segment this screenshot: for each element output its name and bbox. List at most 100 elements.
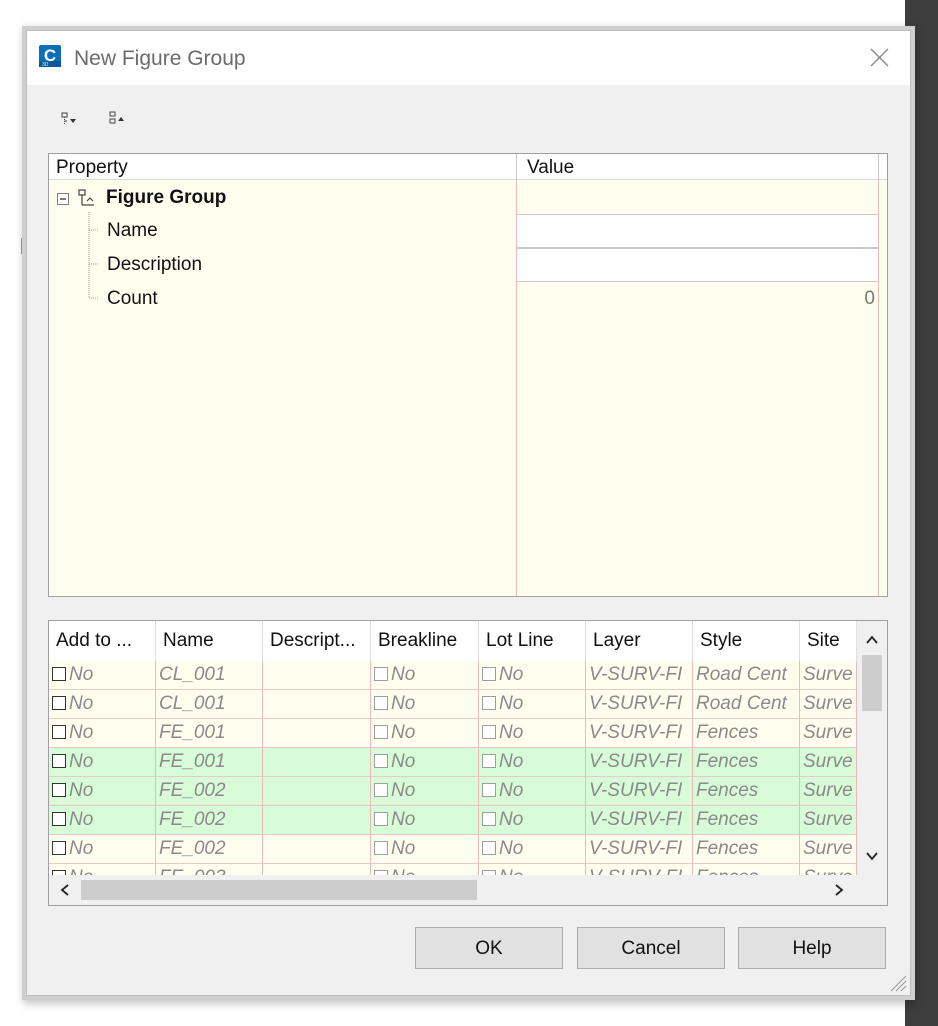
expand-tree-button[interactable] [59,109,81,131]
cell-style[interactable]: Road Cent [693,690,800,719]
cell-site[interactable]: Surve [800,835,857,864]
cell-name[interactable]: FE_001 [156,748,263,777]
cell-layer[interactable]: V-SURV-FI [586,777,693,806]
column-header-description[interactable]: Descript... [263,621,371,661]
table-row[interactable]: No CL_001 No No V-SURV-FI Road Cent Surve [49,690,857,719]
resize-grip-icon[interactable] [887,972,907,992]
cell-add-to[interactable]: No [49,690,156,719]
cell-name[interactable]: FE_002 [156,777,263,806]
cancel-button[interactable]: Cancel [577,927,725,969]
checkbox[interactable] [52,725,66,739]
cell-add-to[interactable]: No [49,661,156,690]
cell-style[interactable]: Fences [693,806,800,835]
cell-breakline[interactable]: No [371,661,479,690]
checkbox[interactable] [482,812,496,826]
cell-lot-line[interactable]: No [479,719,586,748]
cell-breakline[interactable]: No [371,690,479,719]
table-row[interactable]: No FE_001 No No V-SURV-FI Fences Surve [49,719,857,748]
cell-layer[interactable]: V-SURV-FI [586,719,693,748]
vertical-scrollbar[interactable] [857,621,887,875]
cell-breakline[interactable]: No [371,835,479,864]
cell-lot-line[interactable]: No [479,835,586,864]
cell-description[interactable] [263,806,371,835]
column-header-add-to[interactable]: Add to ... [49,621,156,661]
checkbox[interactable] [52,812,66,826]
cell-name[interactable]: FE_001 [156,719,263,748]
cell-site[interactable]: Surve [800,719,857,748]
checkbox[interactable] [52,754,66,768]
checkbox[interactable] [482,754,496,768]
cell-style[interactable]: Fences [693,835,800,864]
ok-button[interactable]: OK [415,927,563,969]
checkbox[interactable] [52,841,66,855]
column-header-name[interactable]: Name [156,621,263,661]
checkbox[interactable] [482,667,496,681]
cell-add-to[interactable]: No [49,748,156,777]
table-row[interactable]: No FE_002 No No V-SURV-FI Fences Surve [49,777,857,806]
cell-add-to[interactable]: No [49,835,156,864]
checkbox[interactable] [482,725,496,739]
help-button[interactable]: Help [738,927,886,969]
checkbox[interactable] [374,841,388,855]
cell-description[interactable] [263,748,371,777]
cell-description[interactable] [263,690,371,719]
column-header-site[interactable]: Site [800,621,857,661]
cell-description[interactable] [263,719,371,748]
cell-lot-line[interactable]: No [479,661,586,690]
checkbox[interactable] [374,667,388,681]
table-row[interactable]: No FE_002 No No V-SURV-FI Fences Surve [49,835,857,864]
cell-lot-line[interactable]: No [479,690,586,719]
cell-layer[interactable]: V-SURV-FI [586,661,693,690]
cell-site[interactable]: Surve [800,806,857,835]
checkbox[interactable] [52,783,66,797]
checkbox[interactable] [482,696,496,710]
checkbox[interactable] [374,725,388,739]
vertical-scroll-thumb[interactable] [862,655,882,711]
collapse-toggle[interactable] [57,192,69,205]
cell-layer[interactable]: V-SURV-FI [586,806,693,835]
cell-site[interactable]: Surve [800,748,857,777]
close-button[interactable] [861,41,897,75]
cell-name[interactable]: FE_002 [156,806,263,835]
cell-breakline[interactable]: No [371,777,479,806]
scroll-left-arrow-icon[interactable] [58,883,72,897]
column-header-lot-line[interactable]: Lot Line [479,621,586,661]
cell-layer[interactable]: V-SURV-FI [586,748,693,777]
checkbox[interactable] [374,783,388,797]
checkbox[interactable] [52,667,66,681]
table-row[interactable]: No FE_002 No No V-SURV-FI Fences Surve [49,806,857,835]
column-header-layer[interactable]: Layer [586,621,693,661]
horizontal-scrollbar[interactable] [49,875,857,905]
column-divider[interactable] [516,154,517,179]
scroll-right-arrow-icon[interactable] [832,883,846,897]
cell-style[interactable]: Fences [693,748,800,777]
cell-add-to[interactable]: No [49,777,156,806]
cell-description[interactable] [263,661,371,690]
cell-site[interactable]: Surve [800,690,857,719]
cell-breakline[interactable]: No [371,748,479,777]
column-header-breakline[interactable]: Breakline [371,621,479,661]
cell-description[interactable] [263,835,371,864]
cell-lot-line[interactable]: No [479,777,586,806]
cell-breakline[interactable]: No [371,806,479,835]
cell-site[interactable]: Surve [800,661,857,690]
horizontal-scroll-thumb[interactable] [81,880,477,900]
checkbox[interactable] [374,696,388,710]
cell-lot-line[interactable]: No [479,806,586,835]
cell-style[interactable]: Road Cent [693,661,800,690]
cell-description[interactable] [263,777,371,806]
cell-name[interactable]: FE_002 [156,835,263,864]
value-column-header[interactable]: Value [527,157,574,179]
checkbox[interactable] [482,841,496,855]
cell-layer[interactable]: V-SURV-FI [586,690,693,719]
checkbox[interactable] [374,812,388,826]
table-row[interactable]: No CL_001 No No V-SURV-FI Road Cent Surve [49,661,857,690]
cell-layer[interactable]: V-SURV-FI [586,835,693,864]
cell-add-to[interactable]: No [49,806,156,835]
cell-breakline[interactable]: No [371,719,479,748]
cell-style[interactable]: Fences [693,719,800,748]
checkbox[interactable] [374,754,388,768]
cell-name[interactable]: CL_001 [156,690,263,719]
cell-style[interactable]: Fences [693,777,800,806]
column-header-style[interactable]: Style [693,621,800,661]
